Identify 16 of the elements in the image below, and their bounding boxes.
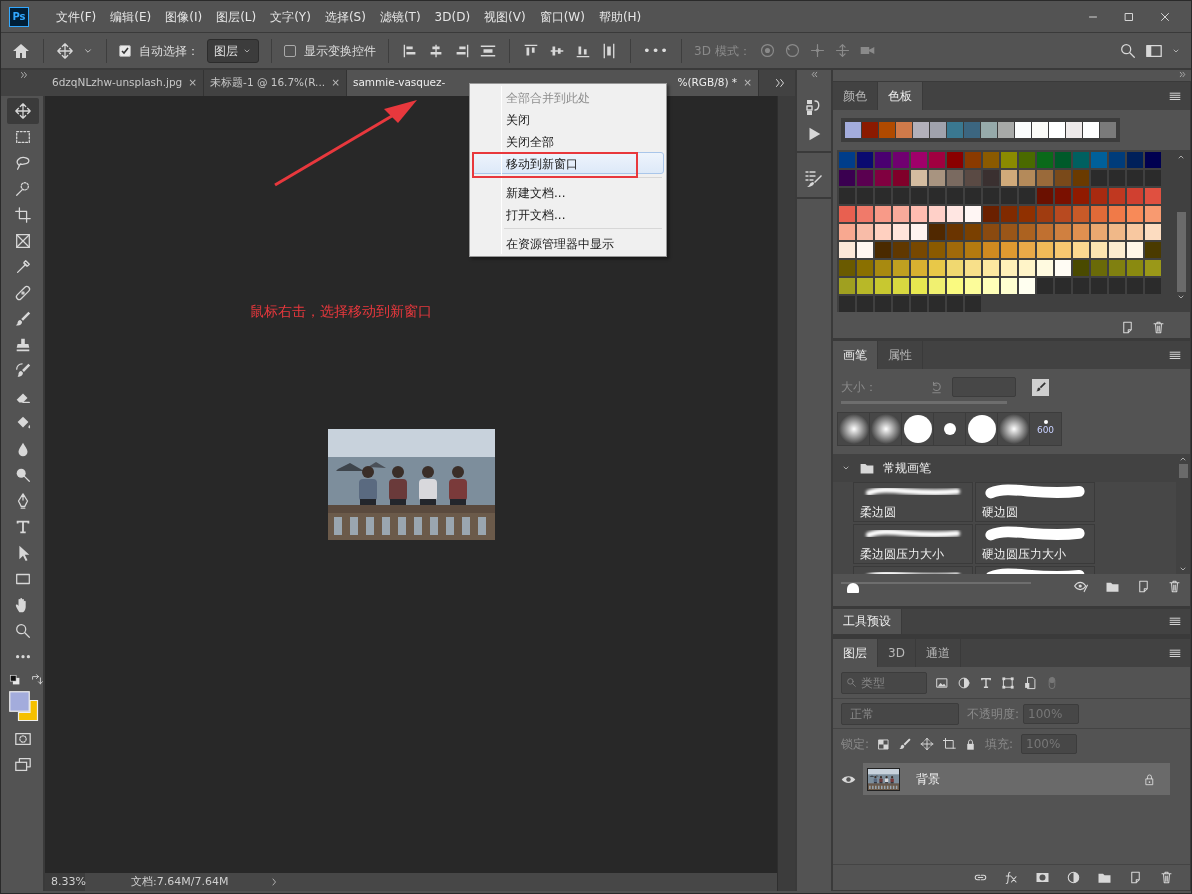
- tab-title: %(RGB/8) *: [677, 75, 738, 91]
- document-size: 文档:7.64M/7.64M: [131, 873, 230, 890]
- brush-name: 柔边圆: [859, 505, 897, 520]
- brush-name: 硬边圆: [981, 505, 1019, 520]
- brush-size: 600: [1036, 424, 1055, 438]
- annotation-text: 鼠标右击，选择移动到新窗口: [250, 302, 432, 321]
- layer-name: 背景: [916, 771, 940, 788]
- tab-title: 未标题-1 @ 16.7%(R...: [210, 75, 326, 91]
- tab-title: sammie-vasquez-: [352, 75, 446, 91]
- app-logo: Ps: [9, 6, 29, 27]
- brush-name: 硬边圆压力大小: [981, 547, 1067, 562]
- group-name: 常规画笔: [883, 460, 931, 477]
- tab-title: 6dzqNLzhw-unsplash.jpg: [52, 75, 183, 91]
- brush-name: 柔边圆压力大小: [859, 547, 945, 562]
- checkbox-label: 自动选择：: [139, 42, 199, 60]
- checkbox-label: 显示变换控件: [304, 42, 376, 60]
